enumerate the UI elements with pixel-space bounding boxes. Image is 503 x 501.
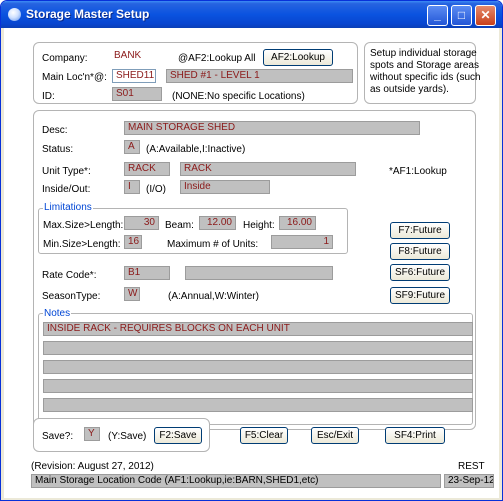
limitations-legend: Limitations [43,202,93,214]
season-type-label: SeasonType: [42,291,101,302]
status-date: 23-Sep-12 [444,474,494,488]
close-button[interactable]: ✕ [475,5,496,26]
save-hint: (Y:Save) [108,431,147,442]
unit-type-desc: RACK [180,162,356,176]
unit-type-label: Unit Type*: [42,166,91,177]
id-hint: (NONE:No specific Locations) [172,91,305,102]
main-loc-label: Main Loc'n*@: [42,72,107,83]
f8-future-button[interactable]: F8:Future [390,243,450,260]
help-panel: Setup individual storage spots and Stora… [364,42,481,104]
id-label: ID: [42,91,55,102]
save-field[interactable]: Y [84,427,100,441]
inside-out-hint: (I/O) [146,184,166,195]
help-text-line: Setup individual storage [370,48,477,59]
help-text-line: as outside yards). [370,84,449,95]
inside-out-label: Inside/Out: [42,184,91,195]
company-label: Company: [42,53,88,64]
save-panel: Save?: Y (Y:Save) F2:Save [33,418,210,452]
height-label: Height: [243,220,275,231]
details-panel: Desc: MAIN STORAGE SHED Status: A (A:Ava… [33,110,476,430]
f5-clear-button[interactable]: F5:Clear [240,427,288,444]
beam-field[interactable]: 12.00 [199,216,236,230]
status-field[interactable]: A [124,140,140,154]
desc-field[interactable]: MAIN STORAGE SHED [124,121,420,135]
sf4-print-button[interactable]: SF4:Print [385,427,445,444]
limitations-group: Limitations Max.Size>Length: 30 Beam: 12… [38,202,348,254]
beam-label: Beam: [165,220,194,231]
height-field[interactable]: 16.00 [279,216,316,230]
desc-label: Desc: [42,125,68,136]
main-loc-field[interactable]: SHED11 [112,69,156,83]
company-field[interactable]: BANK [110,49,158,63]
main-loc-desc: SHED #1 - LEVEL 1 [166,69,353,83]
status-label: Status: [42,144,74,155]
mode-indicator: REST [458,461,485,472]
esc-exit-button[interactable]: Esc/Exit [311,427,359,444]
f7-future-button[interactable]: F7:Future [390,222,450,239]
maximize-button[interactable]: □ [451,5,472,26]
revision-text: (Revision: August 27, 2012) [31,461,154,472]
help-text-line: spots and Storage areas [370,60,479,71]
save-label: Save?: [42,431,74,442]
rate-code-label: Rate Code*: [42,270,97,281]
sf9-future-button[interactable]: SF9:Future [390,287,450,304]
app-window: Storage Master Setup _ □ ✕ Company: BANK… [0,0,503,501]
min-size-field[interactable]: 16 [124,235,142,249]
notes-line[interactable] [43,379,473,393]
inside-out-desc: Inside [180,180,270,194]
notes-group: Notes INSIDE RACK - REQUIRES BLOCKS ON E… [38,308,473,425]
minimize-button[interactable]: _ [427,5,448,26]
rate-code-desc [185,266,333,280]
rate-code-field[interactable]: B1 [124,266,170,280]
af2-lookup-button[interactable]: AF2:Lookup [263,49,333,66]
app-icon [8,8,21,21]
status-hint-bar: Main Storage Location Code (AF1:Lookup,i… [31,474,441,488]
lookup-all-text: @AF2:Lookup All [178,53,256,64]
f2-save-button[interactable]: F2:Save [154,427,202,444]
af1-lookup-hint: *AF1:Lookup [389,166,447,177]
min-size-label: Min.Size>Length: [43,239,121,250]
window-title: Storage Master Setup [26,7,150,21]
title-bar[interactable]: Storage Master Setup _ □ ✕ [1,1,502,28]
max-units-label: Maximum # of Units: [167,239,259,250]
inside-out-field[interactable]: I [124,180,140,194]
max-size-field[interactable]: 30 [124,216,159,230]
sf6-future-button[interactable]: SF6:Future [390,264,450,281]
season-type-field[interactable]: W [124,287,140,301]
help-text-line: without specific ids (such [370,72,481,83]
notes-line[interactable] [43,398,473,412]
season-type-hint: (A:Annual,W:Winter) [168,291,259,302]
max-units-field[interactable]: 1 [271,235,333,249]
unit-type-field[interactable]: RACK [124,162,170,176]
notes-legend: Notes [43,308,72,320]
form-body: Company: BANK @AF2:Lookup All AF2:Lookup… [4,28,499,498]
notes-line[interactable] [43,341,473,355]
max-size-label: Max.Size>Length: [43,220,124,231]
notes-line[interactable] [43,360,473,374]
location-panel: Company: BANK @AF2:Lookup All AF2:Lookup… [33,42,358,104]
id-field[interactable]: S01 [112,87,162,101]
notes-line[interactable]: INSIDE RACK - REQUIRES BLOCKS ON EACH UN… [43,322,473,336]
status-hint: (A:Available,I:Inactive) [146,144,246,155]
